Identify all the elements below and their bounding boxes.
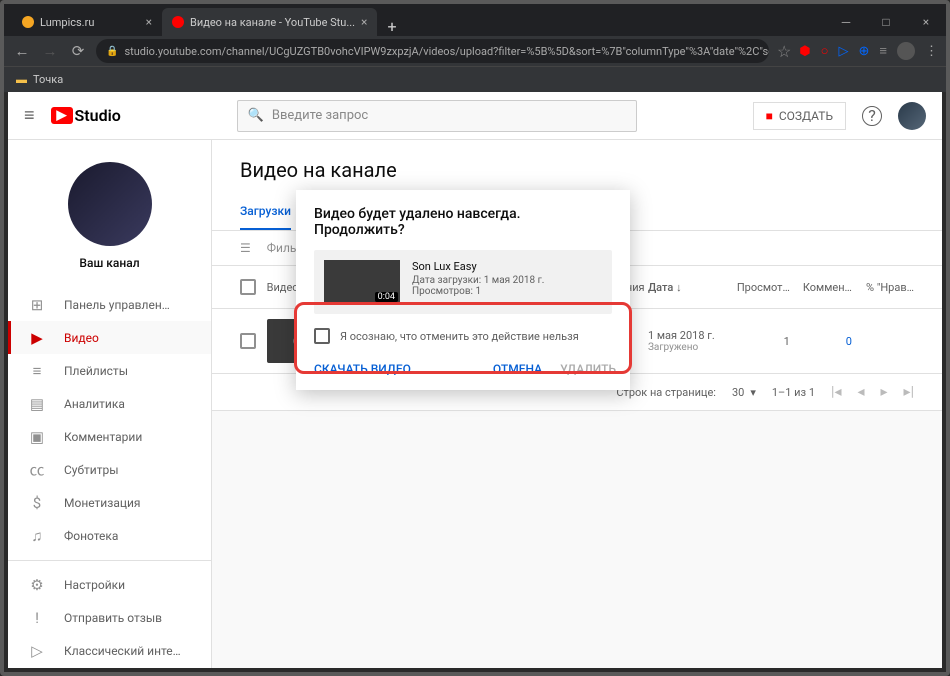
sort-icon: ↓ — [676, 281, 682, 294]
close-icon[interactable]: × — [146, 15, 152, 29]
analytics-icon: ▤ — [28, 395, 46, 413]
tab-uploads[interactable]: Загрузки — [240, 194, 291, 230]
page-range: 1–1 из 1 — [772, 386, 815, 399]
forward-icon[interactable]: → — [40, 42, 60, 60]
monetization-icon: $ — [28, 494, 46, 512]
audio-icon: ♫ — [28, 527, 46, 545]
col-likes: % "Нрав… — [852, 281, 914, 294]
dashboard-icon: ⊞ — [28, 296, 46, 314]
search-input[interactable]: 🔍 Введите запрос — [237, 100, 637, 132]
user-avatar[interactable] — [898, 102, 926, 130]
classic-icon: ▷ — [28, 642, 46, 660]
sidebar-item-audio[interactable]: ♫Фонотека — [8, 519, 211, 552]
folder-icon: ▬ — [16, 73, 27, 86]
dialog-upload-date: Дата загрузки: 1 мая 2018 г. — [412, 275, 544, 286]
video-duration: 0:04 — [375, 292, 398, 302]
star-icon[interactable]: ☆ — [777, 42, 791, 61]
sidebar-item-classic[interactable]: ▷Классический инте… — [8, 635, 211, 668]
tab-title: Lumpics.ru — [40, 16, 94, 29]
gear-icon: ⚙ — [28, 576, 46, 594]
ext-icon[interactable]: ≡ — [879, 43, 887, 59]
ext-icon[interactable]: ⊕ — [859, 44, 870, 59]
studio-logo[interactable]: ▶ Studio — [51, 106, 121, 125]
bookmark-item[interactable]: Точка — [33, 73, 63, 86]
delete-button[interactable]: УДАЛИТЬ — [560, 362, 616, 376]
search-icon: 🔍 — [248, 108, 264, 123]
tab-title: Видео на канале - YouTube Stu... — [190, 16, 355, 29]
sidebar-item-dashboard[interactable]: ⊞Панель управлен… — [8, 288, 211, 321]
confirm-label: Я осознаю, что отменить это действие нел… — [340, 330, 579, 343]
row-comments[interactable]: 0 — [790, 335, 852, 348]
playlist-icon: ≡ — [28, 362, 46, 380]
page-title: Видео на канале — [212, 140, 942, 194]
browser-tab[interactable]: Lumpics.ru × — [12, 8, 162, 36]
prev-page-icon[interactable]: ◂ — [857, 384, 864, 400]
download-button[interactable]: СКАЧАТЬ ВИДЕО — [314, 362, 411, 376]
row-views: 1 — [728, 335, 790, 348]
browser-tab[interactable]: Видео на канале - YouTube Stu... × — [162, 8, 377, 36]
close-icon[interactable]: × — [361, 15, 367, 29]
menu-icon[interactable]: ⋮ — [925, 44, 938, 59]
col-comments: Коммен… — [790, 281, 852, 294]
sidebar-item-monetization[interactable]: $Монетизация — [8, 486, 211, 519]
filter-icon[interactable]: ☰ — [240, 241, 251, 255]
sidebar-item-feedback[interactable]: !Отправить отзыв — [8, 602, 211, 635]
cancel-button[interactable]: ОТМЕНА — [493, 362, 542, 376]
close-window-icon[interactable]: × — [906, 8, 946, 36]
sidebar-item-videos[interactable]: ▶Видео — [8, 321, 211, 354]
first-page-icon[interactable]: |◂ — [831, 384, 841, 400]
sidebar-item-analytics[interactable]: ▤Аналитика — [8, 387, 211, 420]
dialog-thumbnail: 0:04 — [324, 260, 400, 304]
rows-per-page-label: Строк на странице: — [616, 386, 716, 399]
camera-icon: ■ — [766, 109, 773, 123]
rows-per-page-select[interactable]: 30▾ — [732, 386, 756, 399]
sidebar-item-settings[interactable]: ⚙Настройки — [8, 569, 211, 602]
ext-icon[interactable]: ⬢ — [799, 44, 810, 59]
new-tab-button[interactable]: + — [377, 17, 406, 36]
minimize-icon[interactable]: ─ — [826, 8, 866, 36]
dialog-views: Просмотров: 1 — [412, 286, 544, 297]
comments-icon: ▣ — [28, 428, 46, 446]
confirm-checkbox[interactable] — [314, 328, 330, 344]
back-icon[interactable]: ← — [12, 42, 32, 60]
row-date: 1 мая 2018 г. Загружено — [648, 329, 728, 353]
next-page-icon[interactable]: ▸ — [881, 384, 888, 400]
select-all-checkbox[interactable] — [240, 279, 256, 295]
ext-icon[interactable]: ▷ — [839, 44, 849, 59]
delete-confirmation-dialog: Видео будет удалено навсегда. Продолжить… — [296, 190, 630, 390]
row-checkbox[interactable] — [240, 333, 256, 349]
sidebar-item-playlists[interactable]: ≡Плейлисты — [8, 354, 211, 387]
lock-icon: 🔒 — [106, 46, 118, 57]
feedback-icon: ! — [28, 609, 46, 627]
profile-avatar[interactable] — [897, 42, 915, 60]
col-date[interactable]: Дата ↓ — [648, 281, 728, 294]
col-views: Просмот… — [728, 281, 790, 294]
reload-icon[interactable]: ⟳ — [68, 42, 88, 60]
hamburger-icon[interactable]: ≡ — [24, 105, 35, 126]
video-icon: ▶ — [28, 329, 46, 347]
subtitles-icon: ㏄ — [28, 459, 46, 480]
dialog-video-title: Son Lux Easy — [412, 260, 544, 273]
url-text: studio.youtube.com/channel/UCgUZGTB0vohc… — [124, 45, 768, 58]
sidebar-item-comments[interactable]: ▣Комментарии — [8, 420, 211, 453]
maximize-icon[interactable]: □ — [866, 8, 906, 36]
last-page-icon[interactable]: ▸| — [904, 384, 914, 400]
chevron-down-icon: ▾ — [750, 386, 756, 399]
help-icon[interactable]: ? — [862, 106, 882, 126]
sidebar-item-subtitles[interactable]: ㏄Субтитры — [8, 453, 211, 486]
address-bar[interactable]: 🔒 studio.youtube.com/channel/UCgUZGTB0vo… — [96, 39, 769, 63]
ext-icon[interactable]: ○ — [821, 43, 829, 59]
youtube-icon: ▶ — [51, 107, 73, 124]
create-button[interactable]: ■ СОЗДАТЬ — [753, 102, 846, 130]
channel-label: Ваш канал — [79, 256, 139, 270]
channel-avatar[interactable] — [68, 162, 152, 246]
dialog-title: Видео будет удалено навсегда. Продолжить… — [296, 190, 630, 250]
